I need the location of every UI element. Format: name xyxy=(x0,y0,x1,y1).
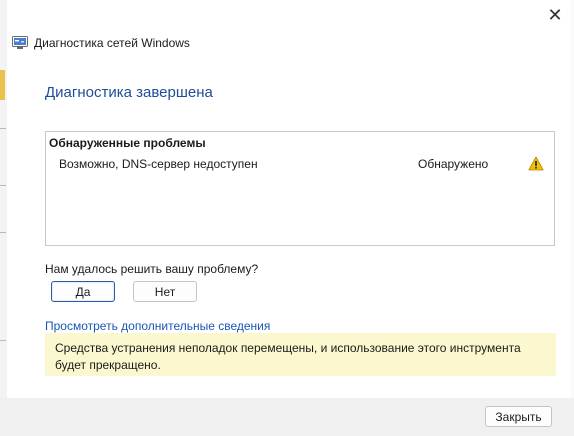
problems-header: Обнаруженные проблемы xyxy=(49,136,206,150)
edge-tick xyxy=(0,340,6,341)
no-button[interactable]: Нет xyxy=(133,281,197,302)
yes-button[interactable]: Да xyxy=(51,281,115,302)
problem-status: Обнаружено xyxy=(418,157,489,171)
warning-icon xyxy=(528,156,544,171)
list-item[interactable]: Возможно, DNS-сервер недоступен Обнаруже… xyxy=(46,155,554,173)
background-window-edge xyxy=(0,0,7,436)
resolution-question: Нам удалось решить вашу проблему? xyxy=(45,262,259,276)
close-button[interactable]: Закрыть xyxy=(485,406,552,427)
problems-list: Обнаруженные проблемы Возможно, DNS-серв… xyxy=(45,131,555,246)
titlebar: Диагностика сетей Windows xyxy=(12,36,190,50)
edge-tick xyxy=(0,128,6,129)
edge-tick xyxy=(0,232,6,233)
network-diagnostics-window: ✕ Диагностика сетей Windows Диагностика … xyxy=(0,0,574,436)
page-title: Диагностика завершена xyxy=(45,84,213,101)
background-accent xyxy=(0,70,5,100)
close-icon[interactable]: ✕ xyxy=(544,4,566,26)
deprecation-notice: Средства устранения неполадок перемещены… xyxy=(45,333,556,376)
network-diagnostics-app-icon xyxy=(12,36,28,50)
edge-tick xyxy=(0,185,6,186)
window-title: Диагностика сетей Windows xyxy=(34,36,190,50)
problem-description: Возможно, DNS-сервер недоступен xyxy=(59,157,258,171)
more-info-link[interactable]: Просмотреть дополнительные сведения xyxy=(45,319,270,333)
